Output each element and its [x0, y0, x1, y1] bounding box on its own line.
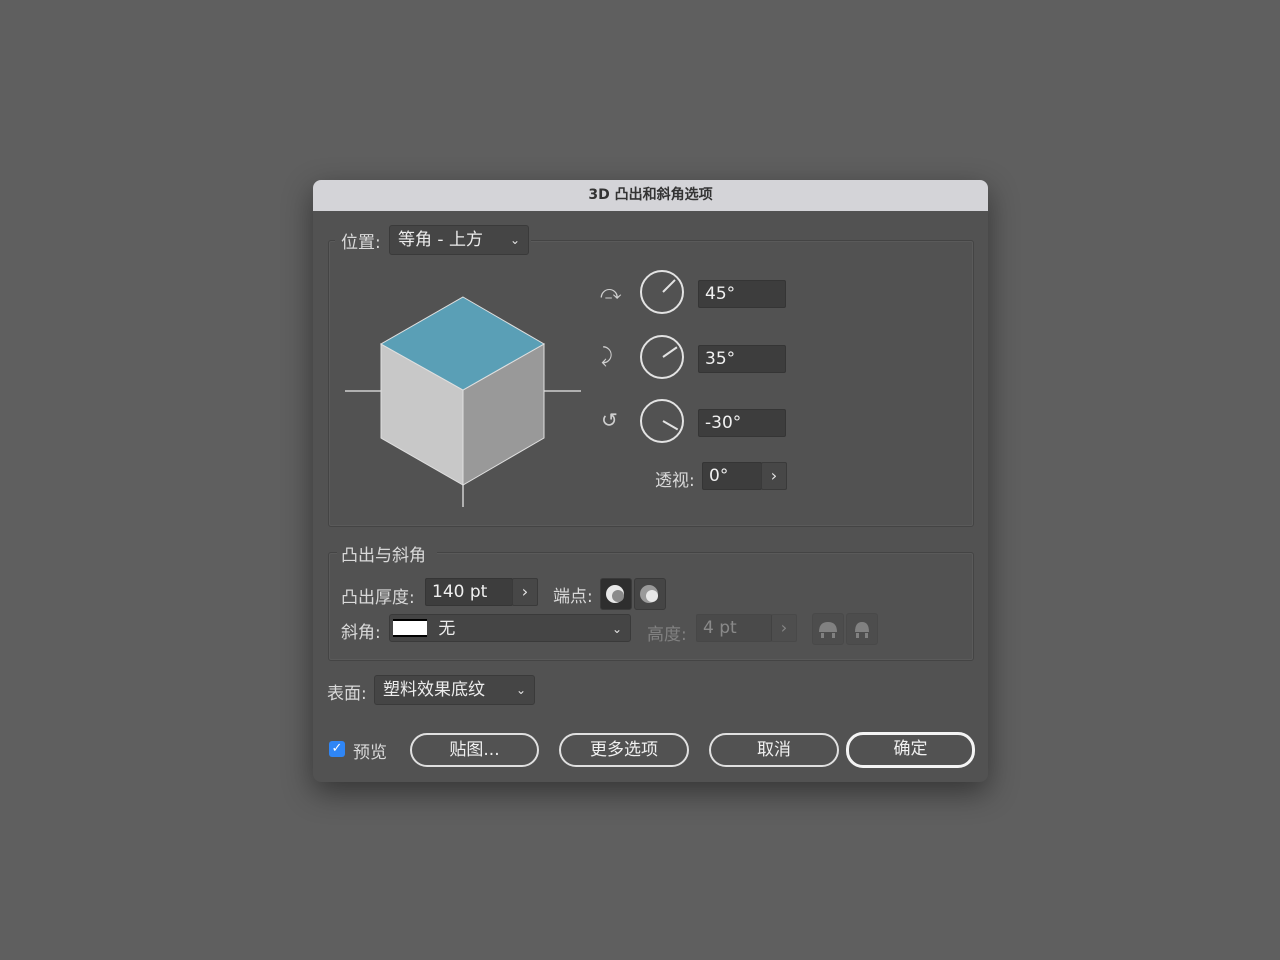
chevron-right-icon: › [780, 618, 788, 637]
cap-on-icon [606, 585, 624, 603]
bevel-outward-button[interactable] [812, 613, 844, 645]
extrude-depth-value: 140 pt [432, 582, 488, 602]
perspective-value: 0° [709, 466, 729, 486]
rotate-x-dial[interactable] [640, 270, 684, 314]
perspective-field[interactable]: 0° [702, 462, 762, 490]
chevron-down-icon: ⌄ [515, 683, 526, 697]
position-dropdown[interactable]: 等角 - 上方 ⌄ [389, 225, 529, 255]
extrude-section-label: 凸出与斜角 [341, 546, 426, 566]
more-options-button[interactable]: 更多选项 [559, 733, 689, 767]
bevel-swatch [393, 619, 427, 637]
bevel-outward-icon [819, 622, 837, 638]
chevron-right-icon: › [521, 582, 529, 601]
surface-dropdown-value: 塑料效果底纹 [383, 680, 485, 700]
chevron-down-icon: ⌄ [509, 233, 520, 247]
ok-button[interactable]: 确定 [846, 732, 975, 768]
bevel-height-flyout-button[interactable]: › [771, 614, 797, 642]
bevel-height-label: 高度: [647, 625, 687, 645]
rotate-y-field[interactable]: 35° [698, 345, 786, 373]
rotate-y-axis-icon: ⤸ [601, 343, 613, 367]
dial-hand [662, 420, 679, 431]
chevron-down-icon: ⌄ [611, 622, 622, 636]
rotate-z-field[interactable]: -30° [698, 409, 786, 437]
bevel-label: 斜角: [341, 623, 381, 643]
surface-dropdown[interactable]: 塑料效果底纹 ⌄ [374, 675, 535, 705]
cap-off-button[interactable] [634, 578, 666, 610]
cap-off-icon [640, 585, 658, 603]
bevel-inward-button[interactable] [846, 613, 878, 645]
cap-label: 端点: [553, 587, 593, 607]
perspective-flyout-button[interactable]: › [761, 462, 787, 490]
dial-hand [662, 279, 676, 293]
extrude-depth-field[interactable]: 140 pt [425, 578, 513, 606]
position-dropdown-value: 等角 - 上方 [398, 230, 483, 250]
rotate-x-value: 45° [705, 284, 736, 304]
dialog-3d-extrude-bevel: 3D 凸出和斜角选项 位置: 等角 - 上方 ⌄ ⤼ 45° ⤸ 35° ↺ -… [313, 180, 988, 782]
cap-on-button[interactable] [600, 578, 632, 610]
bevel-dropdown-value: 无 [438, 619, 456, 639]
preview-checkbox[interactable]: ✓ [329, 741, 345, 757]
rotate-y-value: 35° [705, 349, 736, 369]
position-label: 位置: [341, 233, 381, 253]
rotate-z-dial[interactable] [640, 399, 684, 443]
bevel-height-field[interactable]: 4 pt [696, 614, 772, 642]
cube-preview[interactable] [343, 295, 583, 510]
dial-hand [662, 346, 678, 358]
bevel-dropdown[interactable]: 无 ⌄ [389, 614, 631, 642]
bevel-inward-icon [855, 622, 869, 638]
cancel-button[interactable]: 取消 [709, 733, 839, 767]
preview-label[interactable]: 预览 [353, 738, 387, 763]
dialog-title: 3D 凸出和斜角选项 [313, 180, 988, 211]
bevel-height-value: 4 pt [703, 618, 737, 638]
perspective-label: 透视: [655, 471, 695, 491]
extrude-depth-flyout-button[interactable]: › [512, 578, 538, 606]
rotate-x-field[interactable]: 45° [698, 280, 786, 308]
rotate-y-dial[interactable] [640, 335, 684, 379]
surface-label: 表面: [327, 684, 367, 704]
chevron-right-icon: › [770, 466, 778, 485]
map-art-button[interactable]: 贴图... [410, 733, 539, 767]
rotate-x-axis-icon: ⤼ [600, 280, 622, 304]
extrude-depth-label: 凸出厚度: [341, 588, 415, 608]
rotate-z-value: -30° [705, 413, 742, 433]
rotate-z-axis-icon: ↺ [601, 408, 618, 432]
